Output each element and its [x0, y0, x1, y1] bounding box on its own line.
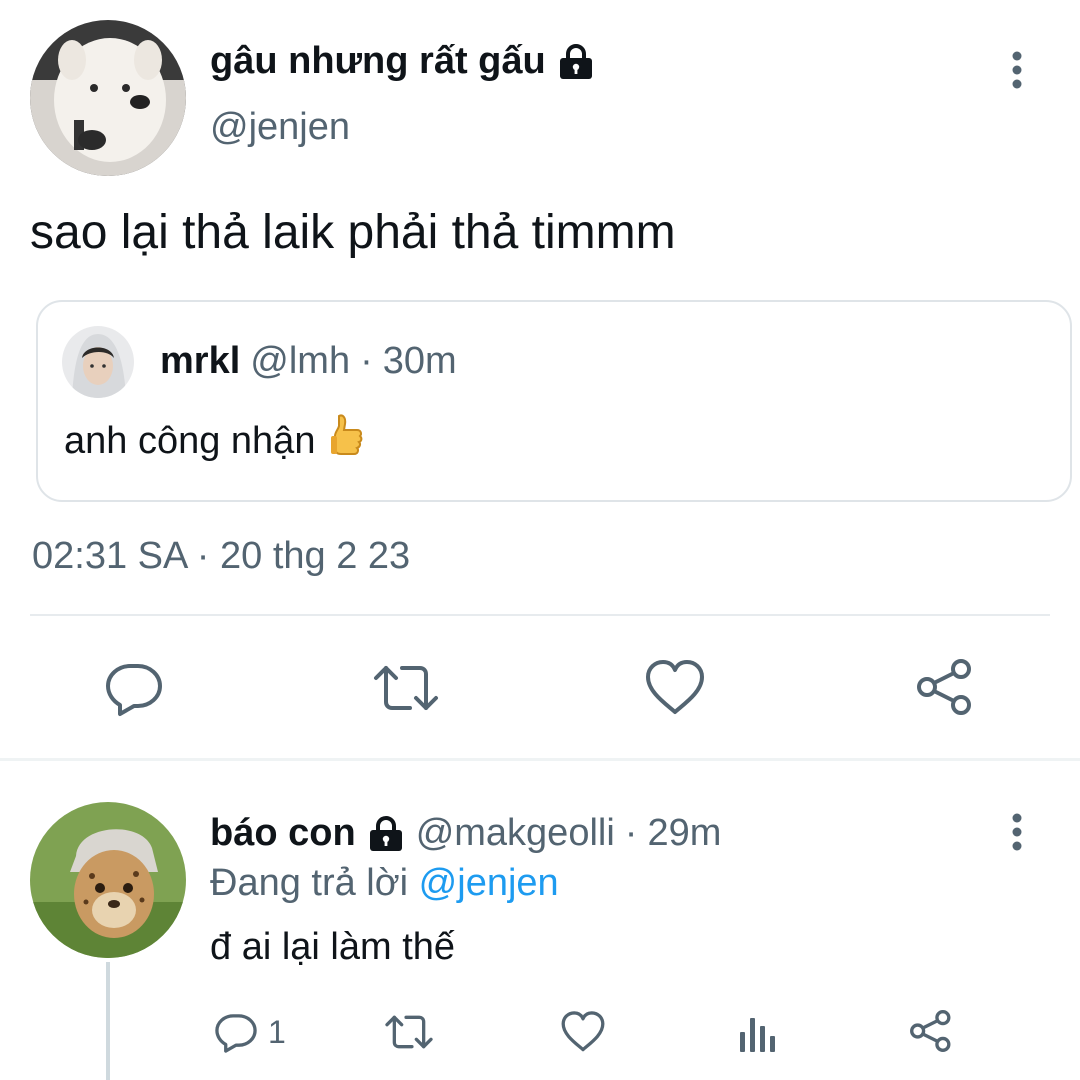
reply-count: 1	[268, 1013, 286, 1050]
like-button[interactable]	[644, 658, 706, 718]
tweet-text: sao lại thả laik phải thả timmm	[30, 206, 676, 259]
author-avatar[interactable]	[30, 20, 186, 176]
quoted-separator: ·	[360, 340, 373, 382]
retweet-button[interactable]	[384, 1010, 434, 1054]
quoted-text: anh công nhận	[64, 419, 316, 462]
lock-icon	[556, 43, 596, 80]
retweet-button[interactable]	[372, 658, 440, 718]
reply-author-avatar[interactable]	[30, 802, 186, 958]
thumbs-up-icon	[329, 412, 365, 470]
quoted-author-handle[interactable]: @lmh	[250, 340, 350, 383]
tweet-timestamp[interactable]: 02:31 SA · 20 thg 2 23	[32, 535, 410, 578]
reply-icon	[214, 1010, 258, 1054]
reply-button[interactable]	[104, 658, 164, 718]
reply-author-name[interactable]: báo con	[210, 812, 356, 855]
reply-icon	[104, 658, 164, 718]
author-name[interactable]: gâu nhưng rất gấu	[210, 40, 546, 83]
reply-text: đ ai lại làm thế	[210, 926, 456, 968]
reply-button[interactable]: 1	[214, 1010, 286, 1054]
retweet-icon	[372, 658, 440, 718]
retweet-icon	[384, 1010, 434, 1054]
divider	[0, 758, 1080, 761]
share-icon	[908, 1008, 954, 1054]
share-button[interactable]	[914, 656, 976, 718]
like-button[interactable]	[560, 1010, 606, 1054]
heart-icon	[644, 658, 706, 718]
lock-icon	[366, 815, 406, 852]
replying-to: Đang trả lời @jenjen	[210, 862, 559, 905]
bar-chart-icon	[738, 1010, 778, 1054]
quoted-text-row: anh công nhận	[64, 412, 365, 470]
quoted-author-avatar[interactable]	[62, 326, 134, 398]
analytics-button[interactable]	[738, 1010, 778, 1054]
more-options-icon[interactable]	[1002, 50, 1032, 90]
replying-to-link[interactable]: @jenjen	[419, 862, 559, 904]
author-handle[interactable]: @jenjen	[210, 106, 350, 149]
author-name-row: gâu nhưng rất gấu	[210, 40, 596, 83]
thread-line	[106, 962, 110, 1080]
reply-header: báo con @makgeolli · 29m	[210, 812, 721, 855]
reply-time: 29m	[647, 812, 722, 854]
reply-author-handle[interactable]: @makgeolli	[416, 812, 615, 855]
heart-icon	[560, 1010, 606, 1054]
divider	[30, 614, 1050, 616]
share-icon	[914, 656, 976, 718]
reply-separator: ·	[624, 812, 638, 854]
quoted-time: 30m	[382, 340, 457, 382]
more-options-icon[interactable]	[1002, 812, 1032, 852]
quoted-author-name[interactable]: mrkl	[160, 340, 240, 383]
quoted-tweet-card[interactable]	[36, 300, 1072, 502]
quoted-header: mrkl @lmh · 30m	[160, 340, 457, 383]
replying-prefix: Đang trả lời	[210, 862, 409, 904]
share-button[interactable]	[908, 1008, 954, 1054]
